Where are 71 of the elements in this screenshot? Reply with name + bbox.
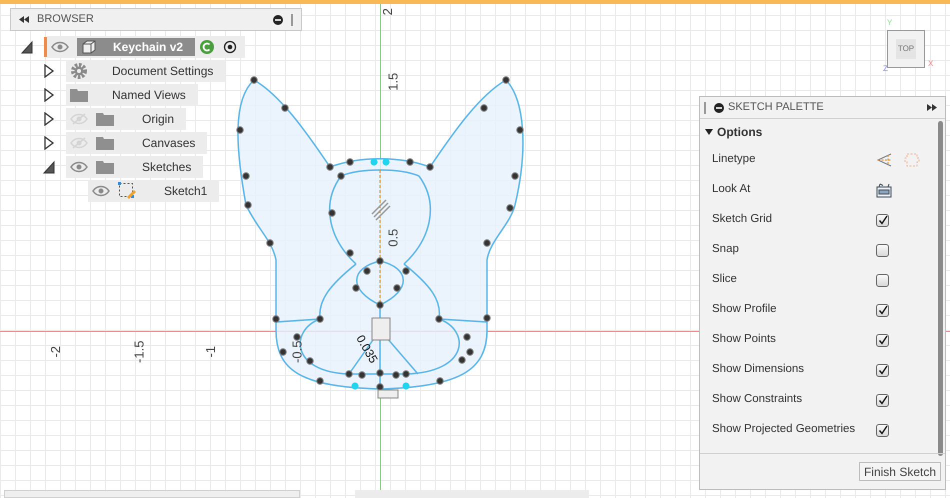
activate-badge-icon[interactable]: [199, 39, 216, 55]
checkbox[interactable]: [876, 274, 889, 286]
axis-tick-label: 1.5: [384, 72, 402, 91]
option-label: Show Dimensions: [712, 362, 806, 378]
eye-icon[interactable]: [92, 185, 110, 197]
axis-letter: Z: [883, 65, 888, 73]
expand-panel-icon[interactable]: [927, 104, 937, 111]
axis-tick-label: -0.5: [288, 340, 306, 363]
option-label: Show Constraints: [712, 392, 804, 408]
tree-item[interactable]: Origin: [66, 108, 186, 130]
option-label: Look At: [712, 182, 752, 198]
tree-item-label: Canvases: [142, 135, 196, 152]
axis-tick-label: 0.5: [384, 228, 402, 247]
tree-item[interactable]: Document Settings: [66, 60, 226, 82]
axis-tick-label: -2: [47, 346, 64, 358]
gear-icon: [70, 62, 88, 80]
sketch-icon: [118, 182, 136, 200]
option-label: Snap: [712, 242, 740, 258]
axis-letter: Y: [887, 19, 892, 27]
option-label: Sketch Grid: [712, 212, 774, 228]
axis-tick-label: -1.5: [130, 340, 148, 363]
palette-title: SKETCH PALETTE: [728, 100, 824, 116]
browser-title: BROWSER: [37, 12, 94, 28]
axis-letter: X: [928, 60, 934, 68]
checkbox[interactable]: [876, 364, 889, 376]
option-label: Show Points: [712, 332, 777, 348]
view-cube[interactable]: TOP: [887, 30, 925, 68]
collapse-panel-icon[interactable]: [19, 16, 29, 23]
expanded-caret-icon[interactable]: [43, 160, 55, 174]
axis-tick-label: -1: [202, 346, 220, 358]
tree-item-label: Sketch1: [164, 183, 208, 200]
tree-item[interactable]: Sketch1: [88, 180, 220, 202]
minimize-icon[interactable]: [714, 102, 724, 112]
tree-item-label: Sketches: [142, 159, 192, 176]
tree-item-label: Named Views: [112, 87, 186, 104]
tree-item[interactable]: Named Views: [66, 84, 198, 106]
axis-tick-label: 2: [378, 8, 396, 16]
checkbox[interactable]: [876, 304, 889, 316]
option-label: Show Projected Geometries: [712, 422, 856, 438]
tree-item-label: Origin: [142, 111, 174, 128]
option-label: Show Profile: [712, 302, 778, 318]
minimize-icon[interactable]: [273, 14, 283, 24]
look-at-icon[interactable]: [876, 182, 892, 198]
construction-line-icon[interactable]: [876, 153, 892, 167]
collapsed-caret-icon[interactable]: [43, 112, 55, 126]
checkbox[interactable]: [876, 394, 889, 406]
collapsed-caret-icon[interactable]: [43, 136, 55, 150]
folder-icon: [96, 112, 114, 126]
scrollbar[interactable]: [938, 121, 943, 456]
option-label: Linetype: [712, 152, 756, 168]
tree-item[interactable]: Canvases: [66, 132, 208, 154]
expanded-triangle-icon[interactable]: [705, 128, 713, 136]
radio-target-icon[interactable]: [223, 40, 238, 54]
checkbox[interactable]: [876, 244, 889, 256]
option-label: Slice: [712, 272, 738, 288]
folder-icon: [70, 88, 88, 102]
eye-icon[interactable]: [70, 161, 88, 173]
tree-item[interactable]: Sketches: [66, 156, 204, 178]
checkbox[interactable]: [876, 334, 889, 346]
cube-icon: [81, 39, 97, 55]
eye-icon[interactable]: [51, 41, 69, 53]
checkbox[interactable]: [876, 424, 889, 436]
options-section-header[interactable]: Options: [700, 119, 938, 145]
tree-item-label: Document Settings: [112, 63, 214, 80]
folder-icon: [96, 136, 114, 150]
collapsed-caret-icon[interactable]: [43, 88, 55, 102]
checkbox[interactable]: [876, 214, 889, 226]
collapsed-caret-icon[interactable]: [43, 64, 55, 78]
finish-sketch-button[interactable]: Finish Sketch: [858, 462, 941, 481]
folder-icon: [96, 160, 114, 174]
expanded-caret-icon[interactable]: [21, 40, 33, 54]
